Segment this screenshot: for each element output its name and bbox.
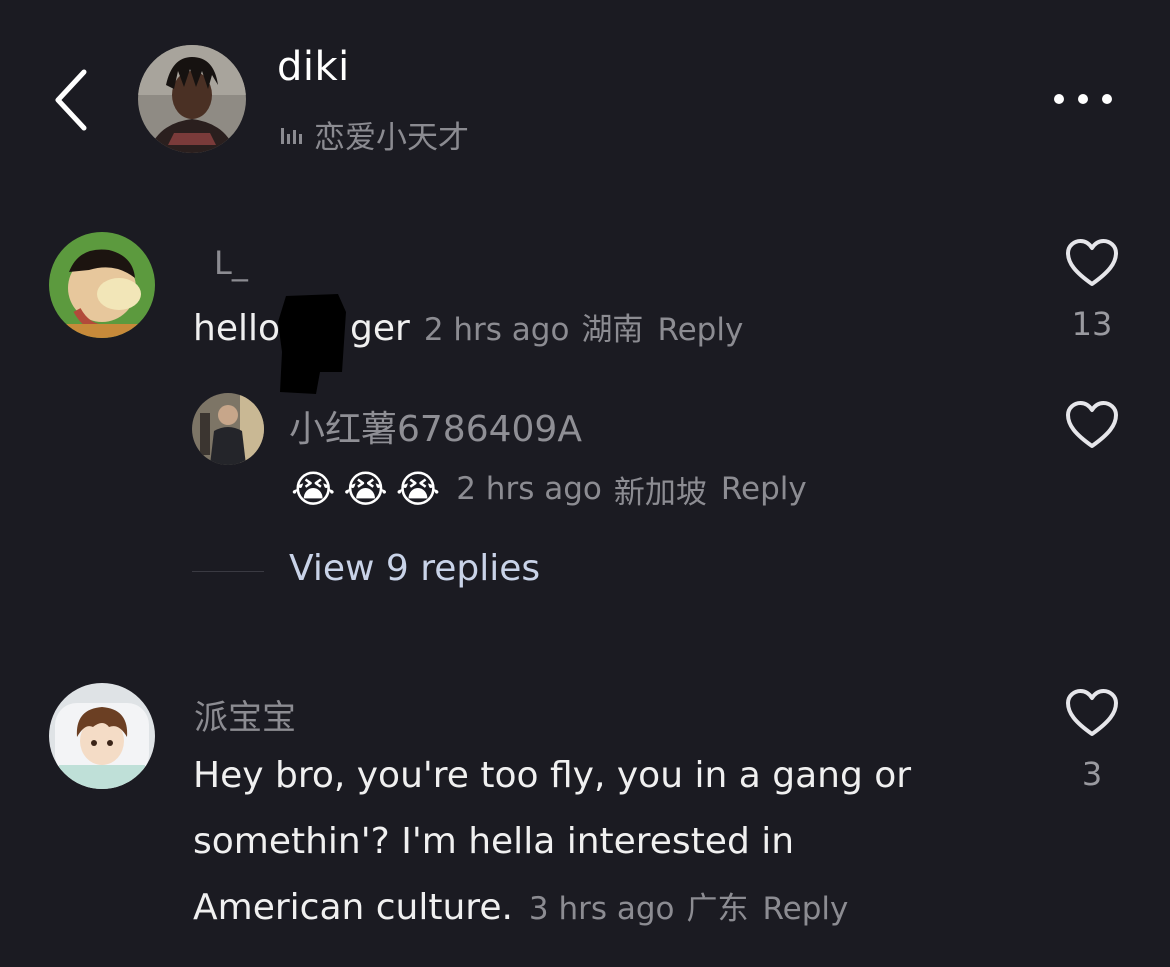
back-chevron-icon[interactable] <box>52 68 92 132</box>
comment-location: 湖南 <box>581 312 644 348</box>
heart-outline-icon[interactable] <box>1065 400 1119 450</box>
reply-button[interactable]: Reply <box>657 312 743 348</box>
reply-button[interactable]: Reply <box>763 891 849 927</box>
comment-avatar[interactable] <box>49 232 155 338</box>
comment-avatar[interactable] <box>49 683 155 789</box>
ellipsis-icon[interactable] <box>1050 88 1116 110</box>
reply-body: 😭😭😭 2 hrs ago 新加坡 Reply <box>291 466 807 512</box>
comment-text-line: somethin'? I'm hella interested in <box>193 821 795 862</box>
comment-text-line: Hey bro, you're too fly, you in a gang o… <box>193 755 912 796</box>
page-title: diki <box>277 44 350 90</box>
view-replies-link[interactable]: View 9 replies <box>289 548 540 589</box>
reply-button[interactable]: Reply <box>721 471 807 507</box>
reply-username[interactable]: 小红薯6786409A <box>289 400 582 452</box>
reply-avatar[interactable] <box>192 393 264 465</box>
like-count: 13 <box>1071 305 1113 343</box>
reply-time: 2 hrs ago <box>456 471 602 507</box>
replies-divider <box>192 571 264 572</box>
comment-location: 广东 <box>686 891 749 927</box>
comment-username[interactable]: 派宝宝 <box>194 690 296 739</box>
comment-text-start: hello <box>193 308 280 349</box>
comment-time: 3 hrs ago <box>528 891 675 927</box>
comment-time: 2 hrs ago <box>423 312 570 348</box>
reply-location: 新加坡 <box>613 474 707 511</box>
like-count: 3 <box>1081 755 1103 793</box>
redaction-mark <box>278 294 346 394</box>
reply-emoji: 😭😭😭 <box>291 467 449 511</box>
heart-outline-icon[interactable] <box>1065 688 1119 738</box>
heart-outline-icon[interactable] <box>1065 238 1119 288</box>
sound-bars-icon <box>281 127 302 144</box>
profile-avatar[interactable] <box>138 45 246 153</box>
subtitle: 恋爱小天才 <box>280 112 469 157</box>
comment-body: Hey bro, you're too fly, you in a gang o… <box>193 743 1013 941</box>
comment-text-end: ger <box>350 308 410 349</box>
subtitle-text: 恋爱小天才 <box>314 120 469 156</box>
comment-username[interactable]: L_ <box>214 244 248 282</box>
comment-text-line: American culture. <box>193 887 513 928</box>
